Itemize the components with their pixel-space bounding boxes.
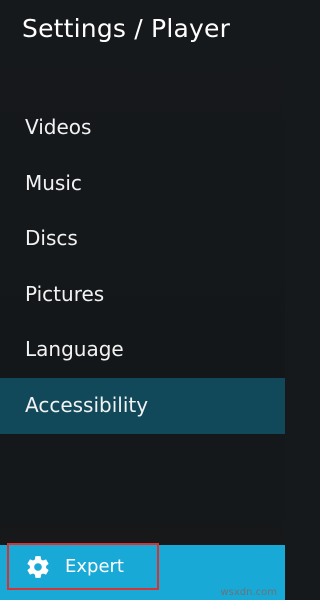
menu-item-pictures[interactable]: Pictures [0, 267, 285, 323]
menu-item-language[interactable]: Language [0, 322, 285, 378]
settings-screen: Settings / Player Videos Music Discs Pic… [0, 0, 285, 600]
page-title: Settings / Player [22, 14, 231, 43]
menu-item-discs[interactable]: Discs [0, 211, 285, 267]
settings-level-label: Expert [65, 556, 124, 577]
settings-category-list: Videos Music Discs Pictures Language Acc… [0, 100, 285, 434]
menu-item-videos[interactable]: Videos [0, 100, 285, 156]
settings-level-button[interactable]: Expert [7, 543, 159, 590]
gear-icon [25, 554, 51, 580]
watermark-text: wsxdn.com [220, 587, 277, 598]
menu-item-accessibility[interactable]: Accessibility [0, 377, 285, 434]
menu-item-music[interactable]: Music [0, 156, 285, 212]
